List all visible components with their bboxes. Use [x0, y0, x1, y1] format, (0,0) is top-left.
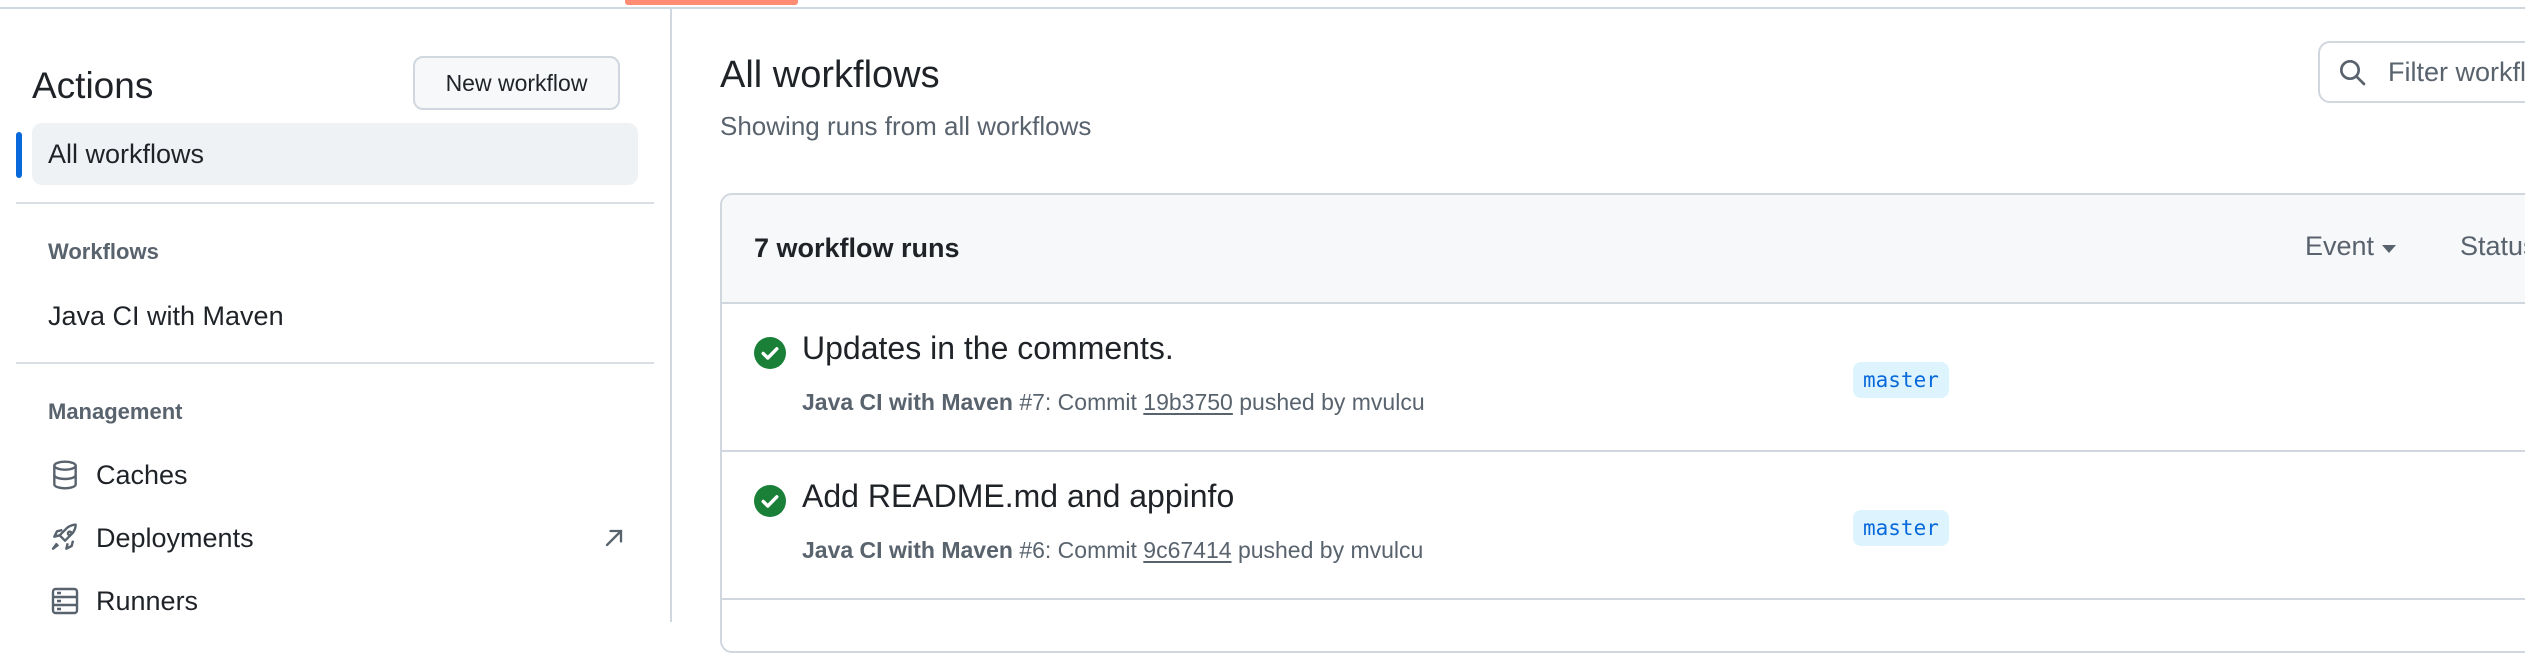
- status-filter-dropdown[interactable]: Status: [2460, 231, 2525, 262]
- commit-sha-link[interactable]: 19b3750: [1143, 389, 1233, 415]
- sidebar-item-label: All workflows: [48, 138, 205, 169]
- event-filter-dropdown[interactable]: Event: [2305, 231, 2397, 262]
- run-number: #6: [1019, 537, 1045, 563]
- chevron-down-icon: [2382, 244, 2397, 253]
- sidebar-item-label: Java CI with Maven: [48, 300, 284, 331]
- sidebar-item-label: Deployments: [96, 522, 254, 553]
- run-workflow-name: Java CI with Maven: [802, 389, 1013, 415]
- active-indicator: [16, 132, 22, 178]
- filter-placeholder: Filter workflow runs: [2388, 56, 2525, 87]
- event-filter-label: Event: [2305, 231, 2375, 261]
- success-check-icon: [754, 337, 786, 369]
- sidebar-title: Actions: [32, 65, 154, 106]
- sidebar-item-label: Runners: [96, 585, 199, 616]
- commit-label: : Commit: [1044, 537, 1137, 563]
- page-subtitle: Showing runs from all workflows: [720, 111, 1092, 141]
- branch-badge[interactable]: master: [1853, 362, 1949, 398]
- pushed-by: pushed by mvulcu: [1239, 389, 1425, 415]
- sidebar-item-java-ci-with-maven[interactable]: Java CI with Maven: [48, 294, 628, 338]
- pushed-by: pushed by mvulcu: [1237, 537, 1424, 563]
- workflow-runs-panel: 7 workflow runs Event Status Updates in …: [720, 193, 2525, 653]
- sidebar-item-label: Caches: [96, 459, 188, 490]
- search-icon: [2340, 60, 2366, 86]
- run-meta: Java CI with Maven #7: Commit 19b3750 pu…: [802, 389, 1425, 416]
- database-icon: [48, 458, 82, 492]
- new-workflow-button[interactable]: New workflow: [413, 56, 620, 110]
- sidebar-item-deployments[interactable]: Deployments: [48, 516, 628, 560]
- commit-sha-link[interactable]: 9c67414: [1143, 537, 1231, 563]
- sidebar: Actions New workflow All workflows Workf…: [0, 7, 672, 622]
- external-link-icon: [600, 524, 628, 552]
- divider: [16, 202, 654, 204]
- runs-count: 7 workflow runs: [754, 233, 960, 263]
- divider: [16, 362, 654, 364]
- page-title: All workflows: [720, 54, 940, 96]
- filter-workflow-runs-input[interactable]: Filter workflow runs: [2318, 41, 2525, 103]
- workflows-heading: Workflows: [48, 239, 159, 264]
- workflow-run-row[interactable]: Add README.md and appinfo Java CI with M…: [722, 452, 2525, 600]
- run-workflow-name: Java CI with Maven: [802, 537, 1013, 563]
- sidebar-item-caches[interactable]: Caches: [48, 453, 628, 497]
- run-title-link[interactable]: Add README.md and appinfo: [802, 478, 1234, 515]
- runs-header: 7 workflow runs Event Status: [722, 195, 2525, 304]
- run-number: #7: [1019, 389, 1045, 415]
- workflow-run-row[interactable]: Updates in the comments. Java CI with Ma…: [722, 304, 2525, 452]
- run-meta: Java CI with Maven #6: Commit 9c67414 pu…: [802, 537, 1423, 564]
- management-heading: Management: [48, 399, 183, 424]
- server-icon: [48, 584, 82, 618]
- sidebar-item-all-workflows[interactable]: All workflows: [32, 123, 638, 185]
- branch-badge[interactable]: master: [1853, 510, 1949, 546]
- status-filter-label: Status: [2460, 231, 2525, 261]
- sidebar-item-runners[interactable]: Runners: [48, 579, 628, 623]
- commit-label: : Commit: [1044, 389, 1137, 415]
- run-title-link[interactable]: Updates in the comments.: [802, 330, 1174, 367]
- active-tab-underline: [625, 0, 798, 5]
- rocket-icon: [48, 521, 82, 555]
- success-check-icon: [754, 485, 786, 517]
